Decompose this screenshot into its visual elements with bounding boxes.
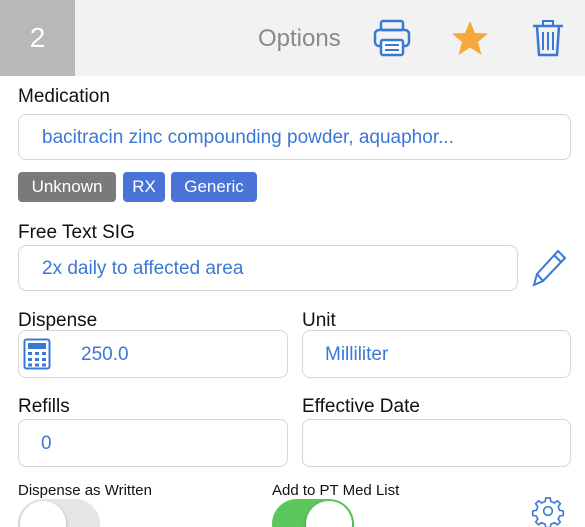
dispense-value: 250.0: [81, 344, 129, 365]
options-title: Options: [258, 25, 341, 52]
effective-date-field[interactable]: [302, 419, 571, 467]
star-icon[interactable]: [450, 18, 490, 58]
gear-icon[interactable]: [526, 495, 570, 527]
unit-field[interactable]: Milliliter: [302, 330, 571, 378]
header-bar: 2 Options: [0, 0, 585, 76]
effective-date-label: Effective Date: [302, 396, 420, 417]
dispense-field[interactable]: 250.0: [18, 330, 288, 378]
daw-label: Dispense as Written: [18, 482, 152, 499]
sig-label: Free Text SIG: [18, 222, 135, 243]
dispense-label: Dispense: [18, 310, 98, 331]
status-badge-unknown: Unknown: [18, 172, 116, 202]
medication-label: Medication: [18, 86, 110, 107]
printer-icon[interactable]: [372, 18, 412, 58]
medication-value: bacitracin zinc compounding powder, aqua…: [42, 127, 454, 148]
unit-value: Milliliter: [325, 344, 389, 365]
toggle-knob: [20, 501, 66, 527]
refills-label: Refills: [18, 396, 70, 417]
pt-med-list-toggle[interactable]: [272, 499, 354, 527]
toggle-knob: [306, 501, 352, 527]
calculator-icon[interactable]: [23, 338, 51, 375]
daw-toggle[interactable]: [18, 499, 100, 527]
medication-field[interactable]: bacitracin zinc compounding powder, aqua…: [18, 114, 571, 160]
sig-field[interactable]: 2x daily to affected area: [18, 245, 518, 291]
status-badge-generic: Generic: [171, 172, 257, 202]
refills-field[interactable]: 0: [18, 419, 288, 467]
refills-value: 0: [41, 433, 52, 454]
unit-label: Unit: [302, 310, 336, 331]
selection-count: 2: [0, 0, 75, 76]
trash-icon[interactable]: [528, 18, 568, 58]
status-badge-rx: RX: [123, 172, 165, 202]
pencil-icon[interactable]: [530, 247, 568, 294]
sig-value: 2x daily to affected area: [42, 258, 244, 279]
pt-med-list-label: Add to PT Med List: [272, 482, 400, 499]
